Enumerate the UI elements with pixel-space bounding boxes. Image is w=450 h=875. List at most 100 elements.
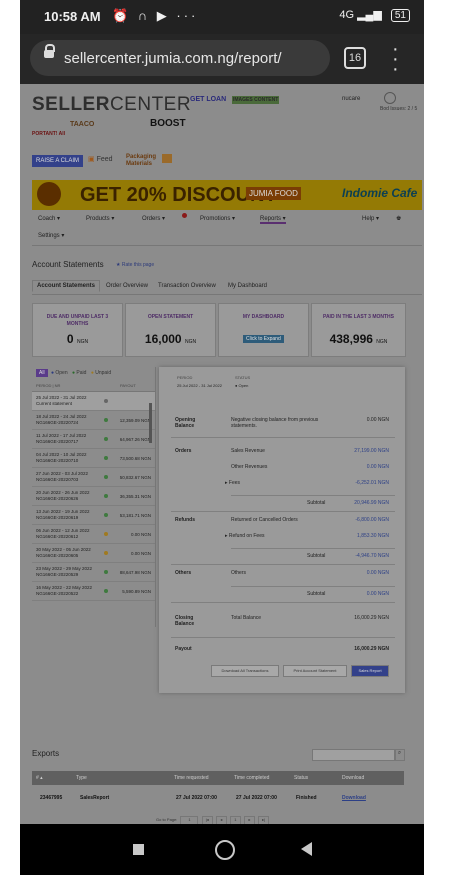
filter-all[interactable]: All — [36, 369, 48, 377]
url-bar[interactable]: sellercenter.jumia.com.ng/report/ — [30, 40, 330, 76]
others-subtotal-label: Subtotal — [307, 591, 326, 597]
col-time-completed[interactable]: Time completed — [234, 775, 269, 781]
nav-coach[interactable]: Coach ▾ — [38, 215, 60, 222]
card-label: DUE AND UNPAID LAST 3 MONTHS — [46, 314, 109, 327]
nav-products[interactable]: Products ▾ — [86, 215, 114, 222]
row-download-link[interactable]: Download — [342, 795, 366, 801]
fees-toggle[interactable]: ▸ Fees — [225, 480, 240, 486]
home-icon[interactable] — [215, 840, 235, 860]
packaging-materials-link[interactable]: Packaging Materials — [126, 154, 160, 168]
get-loan-promo[interactable]: GET LOAN — [190, 96, 226, 103]
refund-on-fees-toggle[interactable]: ▸ Refund on Fees — [225, 533, 264, 539]
pagination: Go to Page: 1 |◂ ◂ 1 ▸ ▸| — [156, 816, 270, 824]
col-time-requested[interactable]: Time requested — [174, 775, 209, 781]
prev-page-icon[interactable]: ◂ — [215, 816, 227, 824]
feed-link[interactable]: ▣ Feed — [88, 155, 113, 163]
statement-payout: 5,590.89 NGN — [122, 589, 151, 594]
account-icon[interactable]: ♚ — [396, 215, 401, 222]
jumia-food-logo: JUMIA FOOD — [246, 187, 301, 200]
orders-badge — [182, 213, 187, 218]
col-download[interactable]: Download — [342, 775, 364, 781]
tab-my-dashboard[interactable]: My Dashboard — [228, 283, 267, 289]
tab-switcher-button[interactable]: 16 — [344, 47, 366, 69]
user-name[interactable]: nucare — [342, 96, 360, 102]
list-item[interactable]: 27 Jun 2022 - 03 Jul 2022 NG166GE-2022070… — [32, 468, 155, 487]
statement-payout: 53,181.71 NGN — [119, 513, 151, 518]
rate-page-link[interactable]: ★ Rate this page — [116, 262, 154, 268]
back-icon[interactable] — [301, 842, 312, 856]
filter-open[interactable]: ● Open — [51, 370, 68, 376]
col-status[interactable]: Status — [294, 775, 308, 781]
tab-order-overview[interactable]: Order Overview — [106, 283, 148, 289]
exports-title: Exports — [32, 749, 60, 758]
list-item[interactable]: 20 Jun 2022 - 26 Jun 2022 NG166GE-2022062… — [32, 487, 155, 506]
statement-period: 11 Jul 2022 - 17 Jul 2022 NG166GE-2022071… — [36, 433, 87, 444]
status-right: 4G ▂▄▆ 51 — [339, 8, 410, 22]
status-dot-icon — [104, 399, 108, 403]
images-content-promo[interactable]: IMAGES CONTENT — [232, 96, 280, 104]
exports-search-input[interactable] — [312, 749, 396, 761]
nav-settings[interactable]: Settings ▾ — [38, 232, 64, 239]
col-id[interactable]: # ▴ — [36, 775, 43, 781]
menu-icon[interactable]: · · · — [392, 39, 399, 79]
print-statement-button[interactable]: Print Account Statement — [283, 665, 347, 677]
divider — [231, 495, 395, 496]
list-item[interactable]: 25 Jul 2022 - 31 Jul 2022 Current stateme… — [32, 392, 155, 411]
signal-icon: ▂▄▆ — [357, 9, 382, 21]
pager-label: Go to Page: — [156, 817, 178, 822]
help-icon[interactable] — [384, 92, 396, 104]
list-item[interactable]: 11 Jul 2022 - 17 Jul 2022 NG166GE-2022071… — [32, 430, 155, 449]
raise-claim-button[interactable]: RAISE A CLAIM — [32, 155, 84, 167]
tab-transaction-overview[interactable]: Transaction Overview — [158, 283, 216, 289]
period-head: PERIOD — [177, 375, 193, 380]
statement-period: 27 Jun 2022 - 03 Jul 2022 NG166GE-2022070… — [36, 471, 89, 482]
notification-icons: ⏰ ∩ ▶ ··· — [112, 8, 199, 23]
nav-promotions[interactable]: Promotions ▾ — [200, 215, 235, 222]
list-scrollbar[interactable] — [149, 403, 152, 443]
list-item[interactable]: 30 May 2022 - 05 Jun 2022 NG166GE-2022060… — [32, 544, 155, 563]
recents-icon[interactable] — [133, 844, 144, 855]
expand-dashboard-button[interactable]: Click to Expand — [243, 335, 284, 343]
list-header: PERIOD | NR PAYOUT — [32, 381, 155, 392]
nav-help[interactable]: Help ▾ — [362, 215, 379, 222]
tab-account-statements[interactable]: Account Statements — [32, 280, 101, 292]
first-page-icon[interactable]: |◂ — [201, 816, 213, 824]
list-item[interactable]: 18 Jul 2022 - 24 Jul 2022 NG166GE-2022072… — [32, 411, 155, 430]
boost-promo[interactable]: BOOST — [150, 118, 186, 129]
android-nav-bar — [20, 824, 424, 875]
filter-paid[interactable]: ● Paid — [72, 370, 86, 376]
returned-orders-value: -6,800.00 NGN — [355, 517, 389, 523]
nav-orders[interactable]: Orders ▾ — [142, 215, 165, 222]
total-balance-label: Total Balance — [231, 615, 262, 621]
list-item[interactable]: 04 Jul 2022 - 10 Jul 2022 NG166GE-2022071… — [32, 449, 155, 468]
download-transactions-button[interactable]: Download All Transactions — [211, 665, 279, 677]
col-type[interactable]: Type — [76, 775, 87, 781]
page-input[interactable]: 1 — [180, 816, 199, 824]
search-icon[interactable]: ⌕ — [394, 749, 405, 761]
statement-payout: 64,967.26 NGN — [119, 437, 151, 442]
nav-reports[interactable]: Reports ▾ — [260, 215, 286, 224]
current-page[interactable]: 1 — [229, 816, 241, 824]
list-item[interactable]: 16 May 2022 - 22 May 2022 NG166GE-2022052… — [32, 582, 155, 601]
statement-period: 20 Jun 2022 - 26 Jun 2022 NG166GE-2022062… — [36, 490, 90, 501]
banner-badge-icon — [37, 182, 61, 206]
next-page-icon[interactable]: ▸ — [243, 816, 255, 824]
url-text[interactable]: sellercenter.jumia.com.ng/report/ — [64, 50, 324, 67]
statement-payout: 36,355.31 NGN — [119, 494, 151, 499]
list-item[interactable]: 13 Jun 2022 - 19 Jun 2022 NG166GE-2022061… — [32, 506, 155, 525]
divider — [171, 511, 395, 512]
filter-unpaid[interactable]: ● Unpaid — [91, 370, 111, 376]
seller-center-logo[interactable]: SELLERCENTER — [32, 94, 191, 116]
statement-payout: 0.00 NGN — [130, 551, 151, 556]
card-label: MY DASHBOARD — [242, 314, 285, 320]
table-row: 23467995 SalesReport 27 Jul 2022 07:00 2… — [32, 791, 404, 807]
list-item[interactable]: 06 Jun 2022 - 12 Jun 2022 NG166GE-2022061… — [32, 525, 155, 544]
promo-banner[interactable]: GET 20% DISCOUNT JUMIA FOOD Indomie Cafe — [32, 180, 422, 210]
taaco-promo[interactable]: TAACO — [70, 121, 94, 128]
period-header: PERIOD | NR — [36, 383, 61, 388]
sales-report-button[interactable]: Sales Report — [351, 665, 389, 677]
list-item[interactable]: 23 May 2022 - 29 May 2022 NG166GE-2022052… — [32, 563, 155, 582]
refunds-subtotal-value: -4,946.70 NGN — [355, 553, 389, 559]
other-revenues-value: 0.00 NGN — [366, 464, 389, 470]
last-page-icon[interactable]: ▸| — [258, 816, 270, 824]
